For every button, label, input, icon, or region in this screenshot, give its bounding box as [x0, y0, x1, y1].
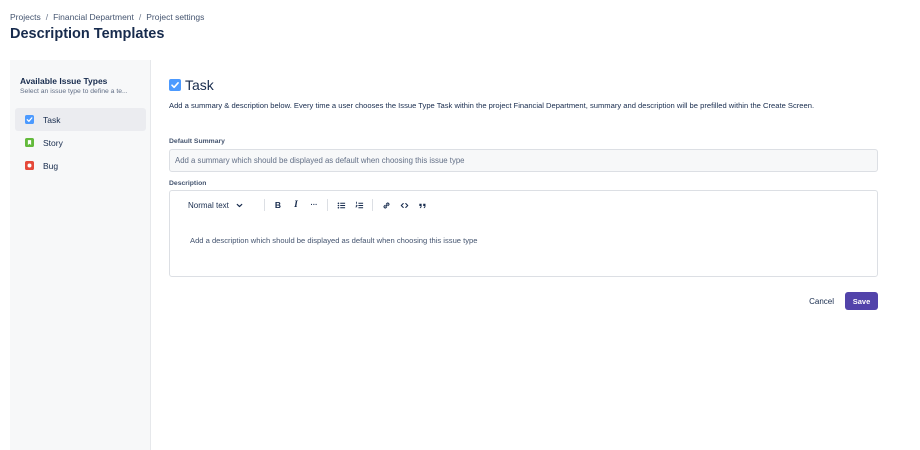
page-title: Description Templates [10, 26, 165, 42]
numbered-list-icon [354, 200, 363, 208]
sidebar-subtitle: Select an issue type to define a te... [20, 88, 128, 95]
text-style-dropdown[interactable]: Normal text [180, 198, 260, 212]
link-button[interactable] [377, 198, 395, 212]
sidebar-item-label: Task [43, 114, 61, 125]
editor-toolbar: Normal text B I ··· [180, 198, 431, 212]
italic-button[interactable]: I [287, 198, 305, 212]
sidebar-title: Available Issue Types [20, 76, 108, 86]
issue-type-list: Task Story Bug [15, 108, 146, 177]
instructions-text: Add a summary & description below. Every… [169, 101, 815, 110]
toolbar-divider [372, 199, 373, 211]
bullet-list-button[interactable] [332, 198, 350, 212]
text-style-label: Normal text [188, 200, 229, 210]
breadcrumb-projects[interactable]: Projects [10, 12, 41, 22]
bullet-list-icon [337, 201, 345, 209]
quote-icon [418, 203, 425, 208]
issue-type-title: Task [185, 77, 214, 93]
description-label: Description [169, 180, 207, 187]
sidebar-item-task[interactable]: Task [15, 108, 146, 131]
code-button[interactable] [395, 198, 413, 212]
code-icon [400, 202, 408, 208]
task-checkbox-icon [169, 79, 181, 91]
breadcrumb: Projects / Financial Department / Projec… [10, 12, 204, 22]
bug-icon [25, 161, 34, 170]
save-button[interactable]: Save [845, 292, 878, 310]
bold-button[interactable]: B [269, 198, 287, 212]
sidebar-item-story[interactable]: Story [15, 131, 146, 154]
breadcrumb-financial-department[interactable]: Financial Department [53, 12, 134, 22]
toolbar-divider [264, 199, 265, 211]
breadcrumb-separator: / [45, 12, 49, 22]
numbered-list-button[interactable] [350, 198, 368, 212]
breadcrumb-separator: / [138, 12, 142, 22]
chevron-down-icon [236, 203, 243, 207]
sidebar-item-label: Bug [43, 160, 59, 171]
toolbar-divider [327, 199, 328, 211]
default-summary-input[interactable] [169, 149, 878, 172]
issue-types-sidebar: Available Issue Types Select an issue ty… [10, 60, 151, 450]
more-formatting-button[interactable]: ··· [305, 198, 323, 212]
template-editor: Task Add a summary & description below. … [169, 76, 879, 310]
issue-type-header: Task [169, 76, 879, 94]
task-checkbox-icon [25, 115, 34, 124]
breadcrumb-project-settings[interactable]: Project settings [146, 12, 204, 22]
link-icon [382, 201, 390, 209]
description-placeholder: Add a description which should be displa… [190, 236, 478, 245]
quote-button[interactable] [413, 198, 431, 212]
form-actions: Cancel Save [806, 292, 878, 310]
cancel-button[interactable]: Cancel [806, 292, 837, 310]
description-editor[interactable]: Normal text B I ··· Add a description wh… [169, 190, 878, 277]
default-summary-label: Default Summary [169, 138, 225, 145]
sidebar-item-bug[interactable]: Bug [15, 154, 146, 177]
story-bookmark-icon [25, 138, 34, 147]
sidebar-item-label: Story [43, 137, 63, 148]
